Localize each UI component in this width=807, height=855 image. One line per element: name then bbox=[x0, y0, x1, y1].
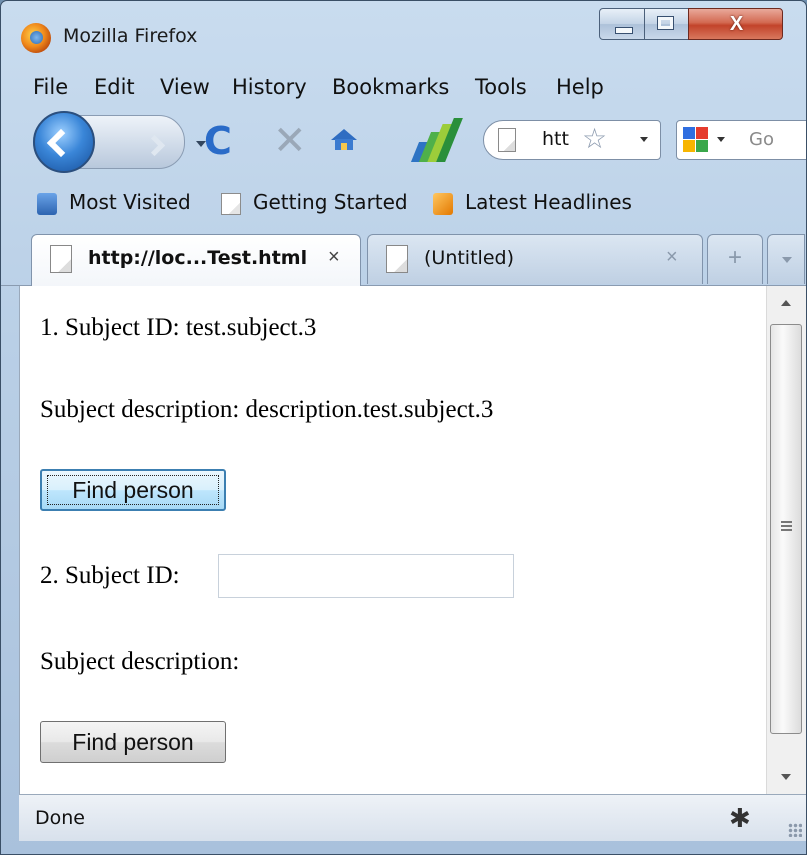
title-bar[interactable]: Mozilla Firefox X bbox=[1, 1, 806, 65]
stop-icon[interactable]: ✕ bbox=[273, 121, 307, 161]
bookmark-getting-started[interactable]: Getting Started bbox=[253, 190, 408, 214]
back-button[interactable] bbox=[33, 111, 95, 173]
tab-active[interactable]: http://loc...Test.html × bbox=[31, 234, 361, 286]
tab-untitled[interactable]: (Untitled) × bbox=[367, 234, 703, 284]
vertical-scrollbar[interactable] bbox=[766, 286, 806, 794]
scrollbar-thumb[interactable] bbox=[770, 324, 802, 734]
search-engine-dropdown-icon[interactable] bbox=[717, 137, 725, 142]
bug-icon[interactable]: ✱ bbox=[729, 803, 751, 833]
maximize-button[interactable] bbox=[644, 8, 689, 40]
bookmark-most-visited[interactable]: Most Visited bbox=[69, 190, 191, 214]
bookmark-latest-headlines[interactable]: Latest Headlines bbox=[465, 190, 632, 214]
scroll-down-icon[interactable] bbox=[767, 760, 806, 794]
bookmarks-toolbar: Most Visited Getting Started Latest Head… bbox=[1, 182, 806, 226]
page-content: 1. Subject ID: test.subject.3 Subject de… bbox=[19, 286, 767, 794]
subject2-id-input[interactable] bbox=[218, 554, 514, 598]
search-bar[interactable]: Go bbox=[676, 120, 806, 160]
menu-edit[interactable]: Edit bbox=[94, 75, 135, 99]
browser-window: Mozilla Firefox X File Edit View History… bbox=[0, 0, 807, 855]
scroll-grip-icon bbox=[781, 521, 792, 531]
minimize-button[interactable] bbox=[599, 8, 645, 40]
tab-list-button[interactable] bbox=[767, 234, 805, 284]
subject2-id-label: 2. Subject ID: bbox=[40, 562, 180, 589]
window-title: Mozilla Firefox bbox=[63, 25, 198, 47]
new-tab-button[interactable]: + bbox=[707, 234, 763, 284]
find-person-button-2[interactable]: Find person bbox=[40, 721, 226, 763]
navigation-toolbar: C ✕ htt ☆ Go bbox=[1, 107, 806, 179]
rss-icon bbox=[433, 193, 453, 215]
maximize-icon bbox=[657, 16, 674, 30]
scroll-up-icon[interactable] bbox=[767, 286, 806, 320]
google-icon[interactable] bbox=[683, 127, 709, 153]
most-visited-icon bbox=[37, 193, 57, 215]
tab-strip: http://loc...Test.html × (Untitled) × + bbox=[1, 229, 806, 286]
minimize-icon bbox=[615, 27, 633, 34]
close-tab-icon[interactable]: × bbox=[666, 246, 678, 269]
close-tab-icon[interactable]: × bbox=[328, 246, 340, 269]
status-bar: Done ✱ bbox=[19, 794, 806, 841]
find-person-button-1[interactable]: Find person bbox=[40, 469, 226, 511]
address-bar[interactable]: htt ☆ bbox=[483, 120, 661, 160]
star-icon[interactable]: ☆ bbox=[582, 123, 607, 155]
subject1-id-line: 1. Subject ID: test.subject.3 bbox=[40, 314, 317, 341]
close-window-button[interactable]: X bbox=[688, 8, 783, 40]
bookmark-toolbar-icon[interactable] bbox=[410, 118, 463, 162]
menu-bookmarks[interactable]: Bookmarks bbox=[332, 75, 449, 99]
firefox-logo-icon[interactable] bbox=[21, 23, 51, 53]
tab-label: (Untitled) bbox=[424, 247, 514, 269]
url-dropdown-icon[interactable] bbox=[640, 137, 648, 142]
forward-icon[interactable] bbox=[143, 134, 166, 157]
tab-label: http://loc...Test.html bbox=[88, 247, 308, 269]
url-text[interactable]: htt bbox=[542, 128, 569, 150]
page-icon bbox=[386, 245, 408, 273]
page-icon bbox=[498, 128, 516, 152]
menu-view[interactable]: View bbox=[160, 75, 210, 99]
page-icon bbox=[50, 245, 72, 273]
close-icon: X bbox=[729, 13, 744, 35]
page-icon bbox=[221, 193, 241, 215]
menu-history[interactable]: History bbox=[232, 75, 307, 99]
home-icon[interactable] bbox=[331, 129, 357, 150]
resize-grip-icon[interactable] bbox=[788, 823, 802, 837]
menu-file[interactable]: File bbox=[33, 75, 68, 99]
reload-icon[interactable]: C bbox=[204, 121, 232, 161]
menu-bar: File Edit View History Bookmarks Tools H… bbox=[1, 71, 806, 105]
menu-help[interactable]: Help bbox=[556, 75, 604, 99]
status-text: Done bbox=[35, 807, 85, 829]
subject1-description-line: Subject description: description.test.su… bbox=[40, 396, 494, 423]
menu-tools[interactable]: Tools bbox=[475, 75, 527, 99]
search-input[interactable]: Go bbox=[749, 129, 774, 150]
subject2-description-line: Subject description: bbox=[40, 648, 240, 675]
